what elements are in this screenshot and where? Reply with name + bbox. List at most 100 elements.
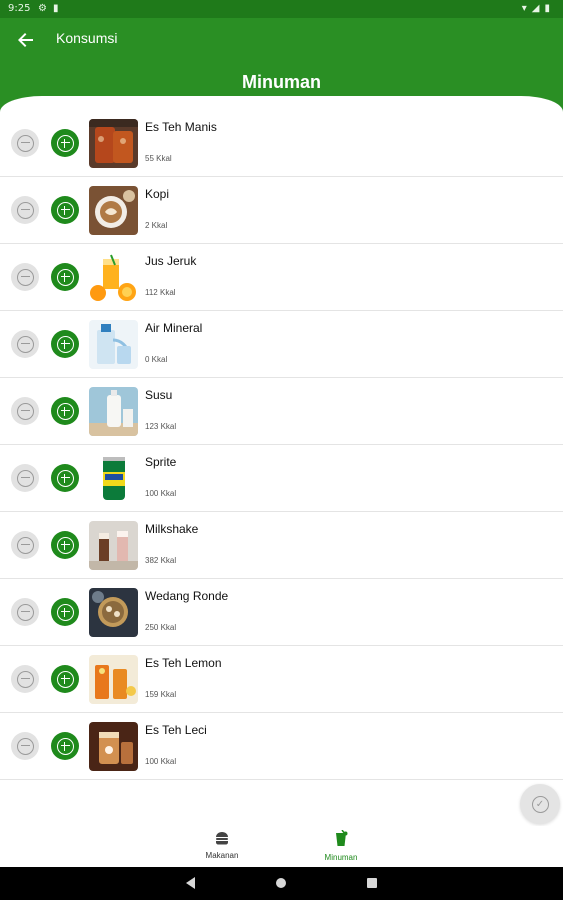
status-right-icons: ▾◢▮ bbox=[522, 3, 555, 14]
item-name: Jus Jeruk bbox=[145, 254, 197, 268]
item-calories: 100 Kkal bbox=[145, 757, 177, 766]
nav-item-minuman[interactable]: Minuman bbox=[301, 829, 381, 862]
decrease-button[interactable] bbox=[11, 732, 39, 760]
increase-button[interactable] bbox=[51, 129, 79, 157]
drink-image bbox=[89, 320, 138, 369]
plus-circle-icon bbox=[56, 268, 74, 286]
check-circle-icon: ✓ bbox=[531, 795, 549, 813]
item-calories: 55 Kkal bbox=[145, 154, 172, 163]
decrease-button[interactable] bbox=[11, 196, 39, 224]
item-calories: 250 Kkal bbox=[145, 623, 177, 632]
drink-image bbox=[89, 655, 138, 704]
status-bar: 9:25 ⚙▮ ▾◢▮ bbox=[0, 0, 563, 18]
minus-circle-icon bbox=[16, 670, 34, 688]
drink-image bbox=[89, 722, 138, 771]
increase-button[interactable] bbox=[51, 732, 79, 760]
drink-image bbox=[89, 387, 138, 436]
list-item: Kopi 2 Kkal bbox=[0, 177, 563, 244]
item-name: Susu bbox=[145, 388, 173, 402]
item-calories: 123 Kkal bbox=[145, 422, 177, 431]
item-name: Air Mineral bbox=[145, 321, 203, 335]
wifi-icon: ▾ bbox=[521, 3, 532, 14]
increase-button[interactable] bbox=[51, 464, 79, 492]
list-item: Milkshake 382 Kkal bbox=[0, 512, 563, 579]
decrease-button[interactable] bbox=[11, 598, 39, 626]
increase-button[interactable] bbox=[51, 397, 79, 425]
list-item: Sprite 100 Kkal bbox=[0, 445, 563, 512]
item-calories: 159 Kkal bbox=[145, 690, 177, 699]
drink-icon bbox=[336, 829, 348, 846]
recents-square-icon[interactable] bbox=[367, 878, 377, 888]
drink-image bbox=[89, 521, 138, 570]
plus-circle-icon bbox=[56, 469, 74, 487]
list-item: Susu 123 Kkal bbox=[0, 378, 563, 445]
plus-circle-icon bbox=[56, 603, 74, 621]
item-calories: 382 Kkal bbox=[145, 556, 177, 565]
minus-circle-icon bbox=[16, 268, 34, 286]
item-calories: 112 Kkal bbox=[145, 288, 176, 297]
back-button[interactable] bbox=[14, 28, 38, 52]
increase-button[interactable] bbox=[51, 263, 79, 291]
nav-label-makanan: Makanan bbox=[205, 851, 239, 860]
sd-card-icon: ▮ bbox=[52, 3, 65, 14]
item-calories: 0 Kkal bbox=[145, 355, 168, 364]
plus-circle-icon bbox=[56, 402, 74, 420]
status-time: 9:25 bbox=[8, 3, 31, 14]
item-name: Wedang Ronde bbox=[145, 589, 229, 603]
battery-icon: ▮ bbox=[544, 3, 555, 14]
minus-circle-icon bbox=[16, 134, 34, 152]
list-item: Wedang Ronde 250 Kkal bbox=[0, 579, 563, 646]
signal-icon: ◢ bbox=[531, 3, 545, 14]
list-item: Es Teh Lemon 159 Kkal bbox=[0, 646, 563, 713]
item-name: Es Teh Manis bbox=[145, 120, 217, 134]
decrease-button[interactable] bbox=[11, 330, 39, 358]
plus-circle-icon bbox=[56, 134, 74, 152]
increase-button[interactable] bbox=[51, 531, 79, 559]
drink-image bbox=[89, 119, 138, 168]
confirm-fab[interactable]: ✓ bbox=[520, 784, 560, 824]
plus-circle-icon bbox=[56, 737, 74, 755]
status-left-icons: ⚙▮ bbox=[38, 3, 64, 14]
app-title: Konsumsi bbox=[56, 30, 118, 46]
gear-icon: ⚙ bbox=[38, 3, 53, 14]
back-triangle-icon[interactable] bbox=[186, 877, 195, 889]
minus-circle-icon bbox=[16, 536, 34, 554]
drink-list: Es Teh Manis 55 Kkal Kopi 2 Kkal Jus Jeruk 11… bbox=[0, 110, 563, 780]
item-name: Kopi bbox=[145, 187, 170, 201]
drink-image bbox=[89, 253, 138, 302]
item-name: Milkshake bbox=[145, 522, 199, 536]
item-calories: 100 Kkal bbox=[145, 489, 177, 498]
item-name: Es Teh Leci bbox=[145, 723, 207, 737]
system-nav-bar bbox=[0, 867, 563, 900]
list-item: Jus Jeruk 112 Kkal bbox=[0, 244, 563, 311]
item-name: Sprite bbox=[145, 455, 177, 469]
minus-circle-icon bbox=[16, 469, 34, 487]
drink-image bbox=[89, 588, 138, 637]
plus-circle-icon bbox=[56, 536, 74, 554]
section-title: Minuman bbox=[242, 72, 321, 92]
nav-item-makanan[interactable]: Makanan bbox=[182, 830, 262, 860]
minus-circle-icon bbox=[16, 335, 34, 353]
increase-button[interactable] bbox=[51, 665, 79, 693]
decrease-button[interactable] bbox=[11, 464, 39, 492]
plus-circle-icon bbox=[56, 335, 74, 353]
decrease-button[interactable] bbox=[11, 263, 39, 291]
drink-image bbox=[89, 186, 138, 235]
decrease-button[interactable] bbox=[11, 397, 39, 425]
list-item: Es Teh Manis 55 Kkal bbox=[0, 110, 563, 177]
minus-circle-icon bbox=[16, 402, 34, 420]
minus-circle-icon bbox=[16, 603, 34, 621]
decrease-button[interactable] bbox=[11, 129, 39, 157]
item-name: Es Teh Lemon bbox=[145, 656, 222, 670]
arrow-left-icon bbox=[18, 33, 33, 47]
home-circle-icon[interactable] bbox=[276, 878, 286, 888]
increase-button[interactable] bbox=[51, 196, 79, 224]
bottom-nav: Makanan Minuman bbox=[0, 826, 563, 867]
minus-circle-icon bbox=[16, 201, 34, 219]
minus-circle-icon bbox=[16, 737, 34, 755]
decrease-button[interactable] bbox=[11, 665, 39, 693]
increase-button[interactable] bbox=[51, 330, 79, 358]
decrease-button[interactable] bbox=[11, 531, 39, 559]
increase-button[interactable] bbox=[51, 598, 79, 626]
item-calories: 2 Kkal bbox=[145, 221, 168, 230]
